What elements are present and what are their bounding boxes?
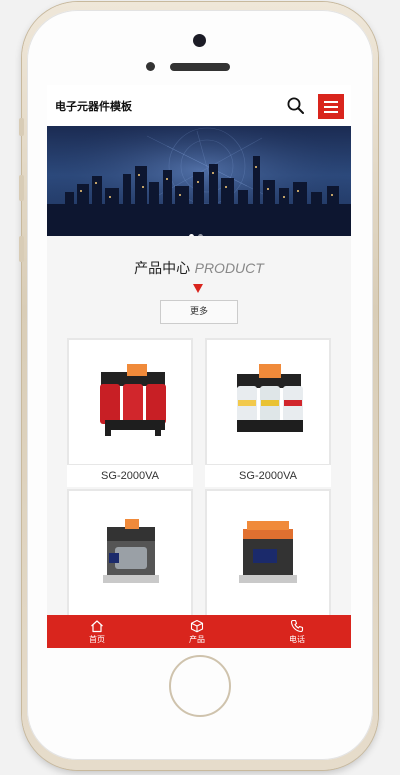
city-skyline-image — [47, 126, 351, 236]
mute-switch — [19, 118, 24, 136]
more-button[interactable]: 更多 — [160, 300, 238, 324]
product-name[interactable]: SG-2000VA — [205, 465, 331, 487]
tab-products[interactable]: 产品 — [167, 615, 227, 648]
screen: 电子元器件模板 产品中心 PRODUCT 更多 SG-2000VA SG-200… — [47, 85, 351, 648]
front-camera — [193, 34, 206, 47]
carousel-dot[interactable] — [189, 234, 194, 236]
tab-products-label: 产品 — [189, 635, 205, 644]
header: 电子元器件模板 — [47, 85, 351, 126]
box-icon — [190, 619, 204, 633]
site-title[interactable]: 电子元器件模板 — [55, 98, 132, 114]
volume-up-button — [19, 175, 24, 201]
phone-icon — [290, 619, 304, 633]
section-title-en: PRODUCT — [194, 260, 264, 276]
tab-home-label: 首页 — [89, 635, 105, 644]
product-image — [69, 340, 191, 464]
menu-icon-bar — [324, 106, 338, 108]
carousel-dots[interactable] — [189, 224, 207, 236]
tab-phone[interactable]: 电话 — [267, 615, 327, 648]
tab-phone-label: 电话 — [289, 635, 305, 644]
search-icon[interactable] — [287, 97, 304, 114]
triangle-down-icon — [193, 284, 203, 293]
carousel-dot[interactable] — [198, 234, 203, 236]
bottom-tabbar: 首页 产品 电话 — [47, 615, 351, 648]
home-icon — [91, 620, 103, 633]
sensor-dot — [146, 62, 155, 71]
menu-button[interactable] — [318, 94, 344, 119]
product-card[interactable] — [205, 338, 331, 466]
product-name[interactable]: SG-2000VA — [67, 465, 193, 487]
menu-icon — [324, 101, 338, 103]
product-card[interactable] — [205, 489, 331, 619]
phone-home-button[interactable] — [169, 655, 231, 717]
tab-home[interactable]: 首页 — [67, 615, 127, 648]
menu-icon-bar — [324, 111, 338, 113]
section-title-cn: 产品中心 — [134, 261, 191, 277]
product-card[interactable] — [67, 489, 193, 619]
product-image — [207, 491, 329, 615]
product-card[interactable] — [67, 338, 193, 466]
product-image — [69, 491, 191, 615]
earpiece-speaker — [170, 63, 230, 71]
section-title: 产品中心 PRODUCT — [47, 258, 351, 278]
banner[interactable] — [47, 126, 351, 236]
product-image — [207, 340, 329, 464]
volume-down-button — [19, 236, 24, 262]
